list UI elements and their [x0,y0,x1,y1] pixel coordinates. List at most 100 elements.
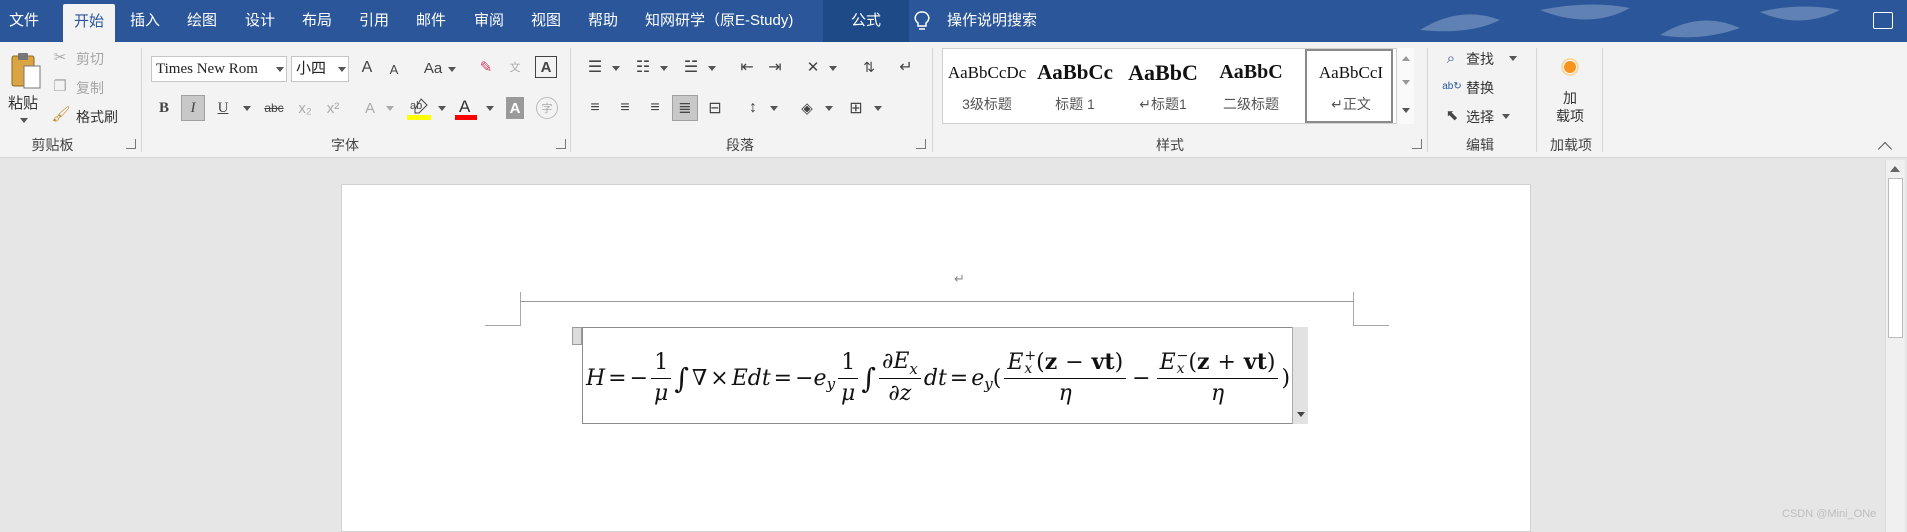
phonetic-guide-icon[interactable]: 文 [505,57,525,77]
align-center-icon[interactable]: ≡ [614,97,636,119]
tab-review[interactable]: 审阅 [474,0,504,42]
gallery-more-icon[interactable] [1402,108,1410,113]
tab-view[interactable]: 视图 [531,0,561,42]
bullets-dropdown-icon[interactable] [612,66,620,71]
equation-options[interactable] [1292,327,1308,424]
tab-draw[interactable]: 绘图 [187,0,217,42]
bullets-icon[interactable]: ☰ [584,56,606,78]
numbering-dropdown-icon[interactable] [660,66,668,71]
tab-design[interactable]: 设计 [245,0,275,42]
text-effects-icon[interactable]: A [361,97,379,119]
equation-options-dropdown-icon[interactable] [1297,412,1305,417]
copy-button[interactable]: 复制 [76,78,104,98]
text-direction-icon[interactable]: ✕ [802,56,824,78]
align-right-icon[interactable]: ≡ [644,97,666,119]
tell-me-search[interactable]: 操作说明搜索 [947,0,1037,42]
bold-button[interactable]: B [156,97,172,119]
highlight-dropdown-icon[interactable] [438,106,446,111]
multilevel-list-icon[interactable]: ☱ [680,56,702,78]
character-border-icon[interactable]: A [535,56,557,78]
distributed-icon[interactable]: ⊟ [704,97,726,119]
paste-icon[interactable] [8,50,44,92]
font-size-dropdown-icon[interactable] [338,67,346,72]
strikethrough-button[interactable]: abc [261,97,287,119]
superscript-button[interactable]: x² [324,97,342,119]
find-button[interactable]: 查找 [1466,49,1494,69]
borders-dropdown-icon[interactable] [874,106,882,111]
cut-button[interactable]: 剪切 [76,49,104,69]
font-color-icon[interactable]: A [455,95,477,121]
paragraph-launcher-icon[interactable] [916,139,926,149]
format-painter-button[interactable]: 格式刷 [76,107,118,127]
increase-indent-icon[interactable]: ⇥ [764,56,786,78]
styles-gallery-scroll[interactable] [1396,48,1414,124]
text-effects-dropdown-icon[interactable] [386,106,394,111]
tab-file[interactable]: 文件 [9,0,39,42]
enclose-characters-icon[interactable]: 字 [536,97,558,119]
change-case-icon[interactable]: Aa [421,58,445,78]
tab-layout[interactable]: 布局 [302,0,332,42]
select-button[interactable]: 选择 [1466,107,1494,127]
vertical-scrollbar[interactable] [1885,160,1905,532]
change-case-dropdown-icon[interactable] [448,67,456,72]
group-divider [1427,48,1428,152]
style-item-selected[interactable]: AaBbCcI ↵正文 [1305,49,1393,123]
underline-button[interactable]: U [215,97,231,119]
styles-launcher-icon[interactable] [1412,139,1422,149]
multilevel-list-dropdown-icon[interactable] [708,66,716,71]
comment-icon[interactable] [1873,12,1893,29]
find-dropdown-icon[interactable] [1509,56,1517,61]
font-color-dropdown-icon[interactable] [486,106,494,111]
scroll-thumb[interactable] [1888,178,1903,338]
select-dropdown-icon[interactable] [1502,114,1510,119]
gallery-down-icon[interactable] [1402,80,1410,85]
shading-icon[interactable]: ◈ [796,97,818,119]
tab-help[interactable]: 帮助 [588,0,618,42]
font-name-input[interactable]: Times New Rom [151,56,287,82]
line-spacing-icon[interactable]: ↕ [742,97,764,119]
borders-icon[interactable]: ⊞ [845,97,867,119]
text-direction-dropdown-icon[interactable] [829,66,837,71]
decrease-indent-icon[interactable]: ⇤ [736,56,758,78]
tab-equation[interactable]: 公式 [823,0,910,42]
clipboard-launcher-icon[interactable] [126,139,136,149]
grow-font-icon[interactable]: A [358,58,376,78]
gallery-up-icon[interactable] [1402,56,1410,61]
style-item[interactable]: AaBbC 二级标题 [1207,49,1295,123]
font-name-dropdown-icon[interactable] [276,67,284,72]
character-shading-icon[interactable]: A [506,97,524,119]
style-item[interactable]: AaBbCc 标题 1 [1031,49,1119,123]
replace-button[interactable]: 替换 [1466,78,1494,98]
clear-formatting-icon[interactable]: ✎ [476,57,496,77]
show-formatting-marks-icon[interactable]: ↵ [895,56,917,78]
highlight-color-icon[interactable]: ab [407,95,431,121]
justify-icon[interactable]: ≣ [672,95,698,121]
shading-dropdown-icon[interactable] [825,106,833,111]
tab-home[interactable]: 开始 [63,4,116,42]
paste-dropdown-icon[interactable] [20,118,28,123]
shrink-font-icon[interactable]: A [386,60,402,78]
ribbon-tab-bar: 文件 开始 插入 绘图 设计 布局 引用 邮件 审阅 视图 帮助 知网研学（原E… [0,0,1907,42]
tab-mailings[interactable]: 邮件 [416,0,446,42]
line-spacing-dropdown-icon[interactable] [770,106,778,111]
sort-icon[interactable]: ⇅ [858,56,880,78]
equation-handle-icon[interactable] [572,327,582,345]
tab-references[interactable]: 引用 [359,0,389,42]
addins-button[interactable]: 加 载项 [1552,89,1588,125]
tab-insert[interactable]: 插入 [130,0,160,42]
italic-button[interactable]: I [181,95,205,121]
style-item[interactable]: AaBbCcDc 3级标题 [943,49,1031,123]
paste-button[interactable]: 粘贴 [8,92,38,113]
group-divider [141,48,142,152]
equation-content[interactable]: H = −1 μ ∫ ∇ × Edt = − e y 1 μ ∫ ∂Ex ∂z dt = e y(E + x (z − vt) η −… [586,343,1290,413]
subscript-button[interactable]: x₂ [296,97,314,119]
style-sample: AaBbCcI [1318,63,1384,82]
numbering-icon[interactable]: ☷ [632,56,654,78]
underline-dropdown-icon[interactable] [243,106,251,111]
font-launcher-icon[interactable] [556,139,566,149]
tab-cnki-estudy[interactable]: 知网研学（原E-Study) [645,0,793,42]
style-item[interactable]: AaBbC ↵标题1 [1119,49,1207,123]
scroll-up-icon[interactable] [1890,166,1900,172]
style-name: 标题 1 [1055,96,1095,112]
align-left-icon[interactable]: ≡ [584,97,606,119]
